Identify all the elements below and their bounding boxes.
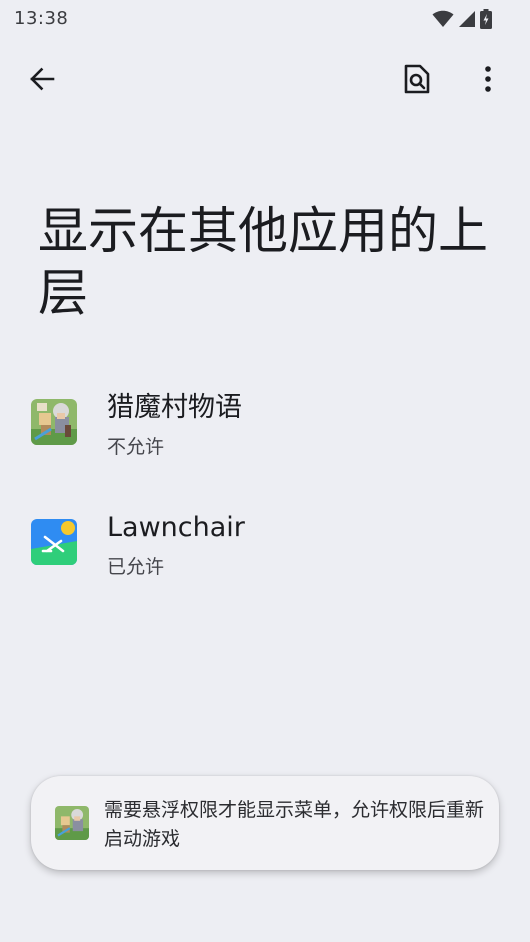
arrow-left-icon — [30, 67, 55, 91]
screen: 13:38 显示在其他应用的上层 猎魔村物语 不允许 Lawnchair 已允许… — [0, 0, 530, 942]
lawnchair-icon — [31, 519, 77, 565]
search-button[interactable] — [393, 55, 441, 103]
more-vert-icon — [485, 66, 491, 92]
app-permission-status: 不允许 — [107, 436, 165, 458]
app-name: 猎魔村物语 — [107, 392, 242, 423]
battery-charging-icon — [480, 9, 492, 29]
more-options-button[interactable] — [464, 55, 512, 103]
signal-icon — [459, 11, 475, 27]
page-title: 显示在其他应用的上层 — [38, 202, 488, 322]
app-name: Lawnchair — [107, 512, 245, 543]
wifi-icon — [432, 10, 454, 27]
toast-message: 需要悬浮权限才能显示菜单，允许权限后重新启动游戏 — [31, 776, 499, 870]
list-item-app[interactable]: 猎魔村物语 不允许 — [0, 376, 530, 476]
toast-text: 需要悬浮权限才能显示菜单，允许权限后重新启动游戏 — [104, 799, 485, 850]
status-icons — [432, 9, 492, 29]
status-time: 13:38 — [14, 8, 69, 29]
game-character-icon — [55, 806, 89, 840]
status-bar: 13:38 — [0, 0, 530, 38]
search-document-icon — [404, 64, 430, 94]
list-item-app[interactable]: Lawnchair 已允许 — [0, 496, 530, 596]
back-button[interactable] — [18, 55, 66, 103]
app-permission-status: 已允许 — [107, 556, 165, 578]
app-bar — [0, 50, 530, 108]
game-character-icon — [31, 399, 77, 445]
